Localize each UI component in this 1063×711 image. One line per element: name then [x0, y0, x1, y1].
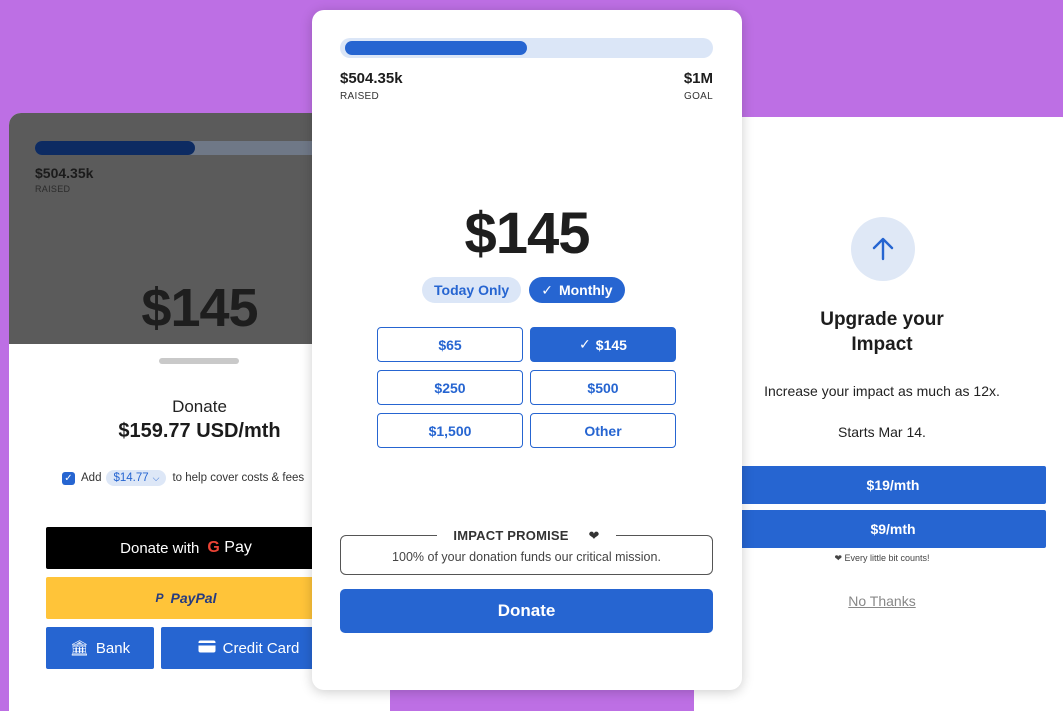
upgrade-note: ❤ Every little bit counts!	[834, 553, 930, 563]
fee-amount-select[interactable]: $14.77 ⌵	[106, 470, 167, 486]
fee-prefix: Add	[81, 472, 102, 484]
frequency-today-only[interactable]: Today Only	[422, 277, 522, 303]
amount-options-grid: $65 ✓ $145 $250 $500 $1,500 Other	[377, 327, 676, 448]
raised-progress-bar	[340, 38, 713, 58]
upgrade-impact-card: Upgrade your Impact Increase your impact…	[694, 117, 1063, 711]
amount-option-button[interactable]: $250	[377, 370, 523, 405]
chevron-down-icon: ⌵	[152, 472, 160, 483]
upgrade-start-date: Starts Mar 14.	[838, 424, 926, 440]
upgrade-icon-circle	[851, 217, 915, 281]
amount-option-button[interactable]: ✓ $145	[530, 327, 676, 362]
paypal-icon: P	[155, 591, 164, 605]
fee-amount: $14.77	[113, 472, 149, 484]
check-icon: ✓	[579, 336, 591, 352]
paypal-button[interactable]: P PayPal	[46, 577, 326, 619]
raised-amount: $504.35k	[35, 165, 94, 181]
donate-button[interactable]: Donate	[340, 589, 713, 633]
bank-label: Bank	[95, 639, 131, 657]
cover-fees-row: ✓ Add $14.77 ⌵ to help cover costs & fee…	[62, 470, 304, 486]
raised-label: RAISED	[340, 91, 380, 102]
amount-option-button[interactable]: Other	[530, 413, 676, 448]
frequency-monthly[interactable]: ✓ Monthly	[529, 277, 625, 303]
heart-icon: ❤	[834, 553, 842, 563]
amount-option-button[interactable]: $500	[530, 370, 676, 405]
impact-promise-title: IMPACT PROMISE ❤	[437, 528, 616, 543]
amount-option-button[interactable]: $65	[377, 327, 523, 362]
raised-progress-fill	[345, 41, 527, 55]
frequency-toggle: Today Only ✓ Monthly	[422, 277, 625, 303]
upgrade-description: Increase your impact as much as 12x.	[764, 383, 1000, 399]
credit-card-label: Credit Card	[222, 639, 300, 657]
credit-card-icon	[198, 640, 216, 657]
raised-amount: $504.35k	[340, 70, 403, 87]
upgrade-title: Upgrade your Impact	[820, 309, 944, 355]
raised-progress-fill	[35, 141, 195, 155]
impact-promise-box: IMPACT PROMISE ❤ 100% of your donation f…	[340, 528, 713, 575]
raised-label: RAISED	[35, 184, 71, 194]
goal-amount: $1M	[683, 70, 713, 87]
google-pay-logo: G Pay	[207, 539, 252, 556]
arrow-up-icon	[872, 237, 894, 261]
heart-icon: ❤	[580, 528, 608, 543]
donation-amount-card: $504.35k RAISED $1M GOAL $145 Today Only…	[312, 10, 742, 690]
amount-option-button[interactable]: $1,500	[377, 413, 523, 448]
google-pay-button[interactable]: Donate with G Pay	[46, 527, 326, 569]
paypal-logo: PayPal	[170, 590, 217, 606]
gpay-label: Donate with	[120, 539, 200, 557]
bank-button[interactable]: 🏛 Bank	[46, 627, 154, 669]
cover-fees-checkbox[interactable]: ✓	[62, 471, 75, 485]
upgrade-option-9-button[interactable]: $9/mth	[740, 510, 1046, 548]
sheet-drag-handle[interactable]	[159, 358, 239, 364]
no-thanks-link[interactable]: No Thanks	[694, 593, 1063, 609]
fee-suffix: to help cover costs & fees	[172, 472, 305, 484]
selected-amount: $145	[464, 201, 590, 266]
bank-icon: 🏛	[69, 640, 89, 657]
goal-label: GOAL	[684, 91, 713, 102]
upgrade-option-19-button[interactable]: $19/mth	[740, 466, 1046, 504]
check-icon: ✓	[541, 281, 553, 298]
credit-card-button[interactable]: Credit Card	[161, 627, 336, 669]
impact-promise-text: 100% of your donation funds our critical…	[392, 550, 661, 564]
